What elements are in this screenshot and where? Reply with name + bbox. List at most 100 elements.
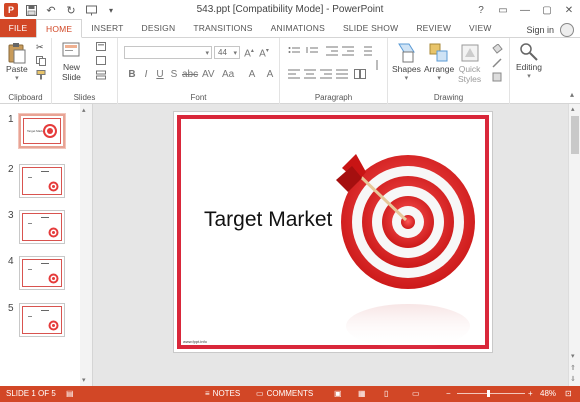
help-icon[interactable]: ? bbox=[470, 0, 492, 20]
clear-formatting-icon[interactable]: A bbox=[264, 69, 276, 80]
comments-button[interactable]: ▭ COMMENTS bbox=[256, 389, 313, 398]
start-slideshow-icon[interactable] bbox=[84, 3, 98, 17]
target-thumbnail-icon bbox=[43, 124, 57, 138]
notes-button[interactable]: ≡ NOTES bbox=[205, 389, 240, 398]
current-slide[interactable]: Target Market www.fppt.info bbox=[173, 111, 493, 353]
slide-thumbnail[interactable] bbox=[19, 164, 65, 198]
columns-icon[interactable] bbox=[354, 69, 366, 79]
arrange-button[interactable]: Arrange ▾ bbox=[424, 42, 454, 82]
scroll-down-icon[interactable]: ▾ bbox=[571, 352, 575, 360]
slideshow-view-icon[interactable]: ▭ bbox=[412, 389, 420, 398]
ribbon-display-icon[interactable]: ▭ bbox=[492, 0, 514, 20]
change-case-icon[interactable]: Aa bbox=[222, 69, 234, 80]
fit-to-window-icon[interactable]: ⊡ bbox=[565, 389, 572, 398]
spelling-icon[interactable]: ▤ bbox=[66, 389, 74, 398]
slide-thumbnail[interactable] bbox=[19, 303, 65, 337]
shapes-button[interactable]: Shapes ▾ bbox=[392, 42, 421, 82]
text-direction-icon[interactable] bbox=[372, 60, 382, 70]
bullets-icon[interactable] bbox=[288, 46, 300, 56]
scroll-up-icon[interactable]: ▴ bbox=[571, 105, 575, 113]
italic-icon[interactable]: I bbox=[140, 69, 152, 80]
cut-icon[interactable]: ✂ bbox=[36, 42, 46, 52]
scroll-up-icon[interactable]: ▴ bbox=[82, 106, 86, 114]
font-name-select[interactable]: ▾ bbox=[124, 46, 212, 59]
tab-home[interactable]: HOME bbox=[36, 19, 83, 38]
align-center-icon[interactable] bbox=[304, 69, 316, 79]
customize-toolbar-icon[interactable]: ▾ bbox=[104, 3, 118, 17]
editing-group: Editing ▾ bbox=[510, 38, 554, 104]
slide-title[interactable]: Target Market bbox=[204, 208, 332, 232]
save-icon[interactable] bbox=[24, 3, 38, 17]
thumbnail-slide-5[interactable]: 5 bbox=[0, 303, 80, 343]
slide-thumbnail[interactable] bbox=[19, 256, 65, 290]
tab-view[interactable]: VIEW bbox=[460, 19, 501, 37]
zoom-out-icon[interactable]: − bbox=[446, 389, 451, 398]
slide-thumbnail[interactable]: Target Market bbox=[18, 113, 66, 149]
tab-transitions[interactable]: TRANSITIONS bbox=[184, 19, 261, 37]
format-painter-icon[interactable] bbox=[36, 70, 46, 80]
numbering-icon[interactable] bbox=[306, 46, 318, 56]
reset-icon[interactable] bbox=[96, 56, 106, 66]
decrease-font-icon[interactable]: A▾ bbox=[258, 47, 270, 59]
align-left-icon[interactable] bbox=[288, 69, 300, 79]
thumbnail-slide-3[interactable]: 3 bbox=[0, 210, 80, 250]
normal-view-icon[interactable]: ▣ bbox=[334, 389, 342, 398]
zoom-level[interactable]: 48% bbox=[540, 389, 556, 398]
new-slide-button[interactable]: New Slide bbox=[62, 42, 81, 82]
font-size-select[interactable]: 44 ▾ bbox=[214, 46, 240, 59]
thumbnail-scrollbar[interactable]: ▴ ▾ bbox=[80, 104, 92, 386]
thumbnail-slide-2[interactable]: 2 bbox=[0, 164, 80, 204]
undo-icon[interactable]: ↶ bbox=[44, 3, 58, 17]
collapse-ribbon-icon[interactable]: ▴ bbox=[570, 90, 574, 99]
underline-icon[interactable]: U bbox=[154, 69, 166, 80]
strikethrough-icon[interactable]: abc bbox=[182, 69, 198, 80]
slide-thumbnail[interactable] bbox=[19, 210, 65, 244]
zoom-in-icon[interactable]: + bbox=[528, 389, 533, 398]
character-spacing-icon[interactable]: AV bbox=[202, 69, 215, 80]
decrease-indent-icon[interactable] bbox=[326, 46, 338, 56]
tab-design[interactable]: DESIGN bbox=[133, 19, 185, 37]
font-color-icon[interactable]: A bbox=[246, 69, 258, 80]
zoom-slider[interactable] bbox=[457, 390, 525, 397]
paste-icon bbox=[8, 43, 26, 64]
ribbon-tabs: FILE HOME INSERT DESIGN TRANSITIONS ANIM… bbox=[0, 19, 580, 38]
shape-effects-icon[interactable] bbox=[492, 72, 502, 82]
maximize-icon[interactable]: ▢ bbox=[536, 0, 558, 20]
close-icon[interactable]: ✕ bbox=[558, 0, 580, 20]
thumbnail-slide-4[interactable]: 4 bbox=[0, 256, 80, 296]
paste-button[interactable]: Paste ▾ bbox=[6, 42, 28, 82]
justify-icon[interactable] bbox=[336, 69, 348, 79]
tab-slide-show[interactable]: SLIDE SHOW bbox=[334, 19, 407, 37]
avatar[interactable] bbox=[560, 23, 574, 37]
tab-file[interactable]: FILE bbox=[0, 19, 36, 37]
scrollbar-thumb[interactable] bbox=[571, 116, 579, 154]
tab-review[interactable]: REVIEW bbox=[407, 19, 460, 37]
minimize-icon[interactable]: — bbox=[514, 0, 536, 20]
line-spacing-icon[interactable] bbox=[360, 46, 372, 56]
thumbnail-slide-1[interactable]: 1 Target Market bbox=[0, 113, 80, 154]
editing-button[interactable]: Editing ▾ bbox=[516, 42, 542, 80]
copy-icon[interactable] bbox=[36, 56, 46, 66]
next-slide-icon[interactable]: ⇓ bbox=[570, 375, 576, 383]
redo-icon[interactable]: ↻ bbox=[64, 3, 78, 17]
increase-indent-icon[interactable] bbox=[342, 46, 354, 56]
shadow-icon[interactable]: S bbox=[168, 69, 180, 80]
quick-styles-button[interactable]: Quick Styles bbox=[458, 42, 481, 84]
tab-animations[interactable]: ANIMATIONS bbox=[262, 19, 334, 37]
sign-in-link[interactable]: Sign in bbox=[526, 25, 554, 35]
shape-fill-icon[interactable] bbox=[492, 43, 503, 54]
section-icon[interactable] bbox=[96, 70, 106, 80]
scroll-down-icon[interactable]: ▾ bbox=[82, 376, 86, 384]
slide-scrollbar[interactable]: ▴ ▾ ⇑ ⇓ bbox=[568, 104, 580, 386]
shapes-icon bbox=[398, 43, 416, 63]
reading-view-icon[interactable]: ▯ bbox=[384, 389, 388, 398]
tab-insert[interactable]: INSERT bbox=[82, 19, 132, 37]
shape-outline-icon[interactable] bbox=[492, 58, 502, 68]
increase-font-icon[interactable]: A▴ bbox=[243, 47, 255, 59]
previous-slide-icon[interactable]: ⇑ bbox=[570, 364, 576, 372]
zoom-slider-handle[interactable] bbox=[487, 390, 490, 397]
bold-icon[interactable]: B bbox=[126, 69, 138, 80]
slide-sorter-icon[interactable]: ▦ bbox=[358, 389, 366, 398]
align-right-icon[interactable] bbox=[320, 69, 332, 79]
layout-icon[interactable] bbox=[96, 42, 106, 52]
